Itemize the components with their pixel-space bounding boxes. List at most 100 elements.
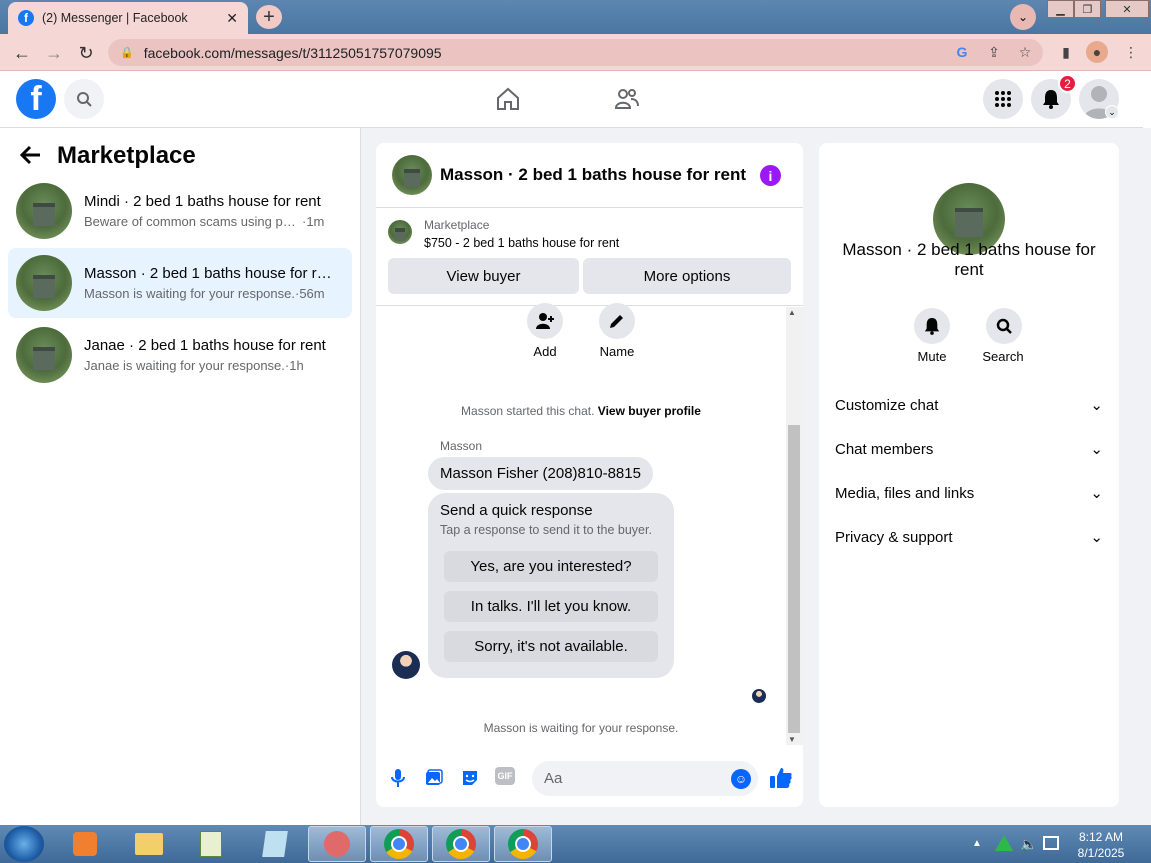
conversation-title: Janae · 2 bed 1 baths house for rent [84,337,326,354]
photo-icon[interactable] [423,767,445,789]
listing-thumbnail [16,183,72,239]
address-bar[interactable]: 🔒 facebook.com/messages/t/31125051757079… [108,39,1043,66]
mute-bell-icon[interactable] [914,308,950,344]
conversation-title: Masson · 2 bed 1 baths house for rent [84,265,332,282]
message-input[interactable]: Aa [532,761,758,796]
conversation-preview: Beware of common scams using pay... [84,214,302,229]
reload-icon[interactable]: ↻ [75,42,97,64]
menu-kebab-icon[interactable]: ⋮ [1120,41,1142,63]
home-icon[interactable] [495,86,521,117]
add-person-icon[interactable] [527,303,563,339]
view-buyer-button[interactable]: View buyer [388,258,579,294]
browser-tab[interactable]: f (2) Messenger | Facebook ✕ [8,2,248,34]
google-icon[interactable]: G [951,41,973,63]
tray-app-icon[interactable] [995,835,1013,851]
media-files-row[interactable]: Media, files and links ⌄ [835,482,1103,504]
conversation-item[interactable]: Janae · 2 bed 1 baths house for rent Jan… [8,320,352,390]
quick-response-title: Send a quick response [440,502,593,519]
chrome-taskbar-icon[interactable] [494,826,552,862]
tray-expand-icon[interactable]: ▲ [972,838,982,849]
back-icon[interactable]: ← [11,42,33,64]
quick-reply-button[interactable]: Yes, are you interested? [444,551,658,582]
url-text: facebook.com/messages/t/3112505175707909… [143,44,442,61]
minimize-button[interactable]: ▁ [1047,0,1074,18]
volume-icon[interactable]: 🔈 [1020,836,1037,853]
facebook-logo-icon[interactable]: f [16,79,56,119]
chat-members-row[interactable]: Chat members ⌄ [835,438,1103,460]
chevron-down-icon: ⌄ [1090,397,1103,414]
taskbar-clock[interactable]: 8:12 AM 8/1/2025 [1068,829,1134,861]
window-close-button[interactable]: ✕ [1105,0,1149,18]
back-arrow-icon[interactable] [19,145,42,171]
listing-thumbnail [16,255,72,311]
file-explorer-icon[interactable] [120,826,178,862]
sender-avatar[interactable] [392,651,420,679]
conversation-title: Mindi · 2 bed 1 baths house for rent [84,193,321,210]
like-thumb-icon[interactable] [769,766,793,795]
conversation-preview: Janae is waiting for your response. [84,358,285,373]
info-icon[interactable]: i [760,165,781,186]
privacy-support-row[interactable]: Privacy & support ⌄ [835,526,1103,548]
chat-title: Masson · 2 bed 1 baths house for rent [440,165,747,184]
add-label: Add [533,344,557,359]
section-label: Chat members [835,440,934,458]
media-player-icon[interactable] [56,826,114,862]
chevron-down-icon[interactable]: ⌄ [1105,105,1119,119]
friends-icon[interactable] [614,86,640,117]
snipping-tool-icon[interactable] [308,826,366,862]
microphone-icon[interactable] [387,767,409,789]
conversation-preview: Masson is waiting for your response. [84,286,295,301]
pencil-icon[interactable] [599,303,635,339]
listing-price[interactable]: $750 - 2 bed 1 baths house for rent [424,236,619,250]
search-label: Search [982,349,1024,364]
bookmark-star-icon[interactable]: ☆ [1014,41,1036,63]
chevron-down-icon: ⌄ [1090,441,1103,458]
conversation-time: ·1h [284,358,304,373]
tab-search-icon[interactable]: ⌄ [1010,4,1036,30]
emoji-icon[interactable]: ☺ [731,769,751,789]
chat-started-text: Masson started this chat. [461,404,595,418]
quick-response-subtitle: Tap a response to send it to the buyer. [440,523,652,537]
quick-reply-button[interactable]: Sorry, it's not available. [444,631,658,662]
forward-icon[interactable]: → [43,42,65,64]
facebook-header [0,71,1143,128]
gif-icon[interactable]: GIF [495,767,515,785]
sticker-icon[interactable] [459,767,481,789]
tab-close-icon[interactable]: ✕ [226,10,238,27]
chrome-taskbar-icon[interactable] [370,826,428,862]
view-buyer-profile-link[interactable]: View buyer profile [598,404,701,418]
scrollbar-thumb[interactable] [788,425,800,733]
profile-icon[interactable]: ● [1086,41,1108,63]
read-receipt-avatar [752,689,766,703]
conversation-time: ·1m [302,214,325,229]
chevron-down-icon: ⌄ [1090,529,1103,546]
more-options-button[interactable]: More options [583,258,791,294]
listing-thumbnail [16,327,72,383]
mute-label: Mute [917,349,947,364]
sender-name: Masson [440,439,483,453]
notepad-icon[interactable] [246,826,304,862]
restore-button[interactable]: ❐ [1074,0,1101,18]
scroll-down-icon[interactable]: ▼ [788,735,796,744]
network-icon[interactable] [1043,836,1059,850]
listing-thumbnail [392,155,432,195]
quick-reply-button[interactable]: In talks. I'll let you know. [444,591,658,622]
chat-header[interactable]: Masson · 2 bed 1 baths house for rent [376,143,803,208]
menu-grid-icon[interactable] [983,79,1023,119]
clock-time: 8:12 AM [1078,830,1124,844]
message-bubble[interactable]: Masson Fisher (208)810-8815 [428,457,653,490]
share-icon[interactable]: ⇪ [983,41,1005,63]
search-icon[interactable] [64,79,104,119]
conversation-item[interactable]: Mindi · 2 bed 1 baths house for rent Bew… [8,176,352,246]
customize-chat-row[interactable]: Customize chat ⌄ [835,394,1103,416]
conversation-item-active[interactable]: Masson · 2 bed 1 baths house for rent Ma… [8,248,352,318]
chrome-taskbar-icon[interactable] [432,826,490,862]
scroll-up-icon[interactable]: ▲ [788,308,796,317]
start-button[interactable] [4,826,44,862]
task-manager-icon[interactable] [182,826,240,862]
new-tab-button[interactable]: + [256,5,282,29]
panel-title: Marketplace [57,142,196,169]
search-icon[interactable] [986,308,1022,344]
sidepanel-icon[interactable]: ▮ [1055,41,1077,63]
lock-icon: 🔒 [120,47,134,59]
